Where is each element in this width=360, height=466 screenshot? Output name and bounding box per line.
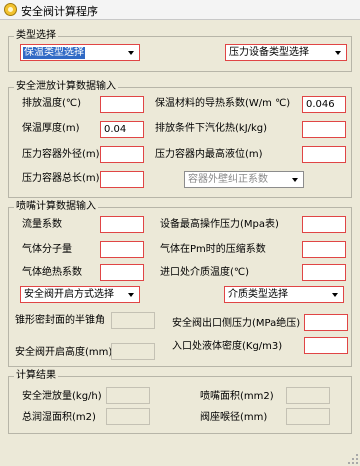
vessel-type-value: 压力设备类型选择 [229,47,309,58]
type-select-legend: 类型选择 [14,30,58,42]
inlet-temp-label: 进口处介质温度(℃) [160,267,250,278]
medium-type-value: 介质类型选择 [228,289,288,300]
medium-type-combo[interactable]: 介质类型选择 [224,286,344,303]
gas-adiabatic-index-label: 气体绝热系数 [22,267,82,278]
external-correction-combo[interactable]: 容器外壁纠正系数 [184,171,304,188]
max-liquid-level-label: 压力容器内最高液位(m) [155,149,263,160]
wetted-area-output [106,408,150,425]
seat-diameter-output [286,408,330,425]
resize-grip-icon[interactable] [348,454,358,464]
insulation-thickness-label: 保温厚度(m) [22,123,80,134]
inlet-density-input[interactable] [304,337,348,354]
gas-molecular-weight-input[interactable] [100,241,144,258]
valve-open-type-combo[interactable]: 安全阀开启方式选择 [20,286,140,303]
relief-flow-label: 安全泄放量(kg/h) [22,391,102,402]
valve-lift-input[interactable] [111,343,155,360]
outlet-back-pressure-input[interactable] [304,314,348,331]
nozzle-legend: 喷嘴计算数据输入 [14,201,98,213]
discharge-temp-input[interactable] [100,96,144,113]
chevron-down-icon[interactable] [290,174,301,185]
flow-coefficient-label: 流量系数 [22,219,62,230]
relief-flow-output [106,387,150,404]
gas-adiabatic-index-input[interactable] [100,264,144,281]
vessel-length-label: 压力容器总长(m) [22,173,100,184]
inlet-density-label: 入口处液体密度(Kg/m3) [172,341,283,352]
vessel-type-combo[interactable]: 压力设备类型选择 [225,44,347,61]
results-group [8,376,352,434]
discharge-legend: 安全泄放计算数据输入 [14,81,118,93]
chevron-down-icon[interactable] [330,289,341,300]
insulation-type-value: 保温类型选择 [23,47,85,59]
design-max-pressure-input[interactable] [302,216,346,233]
insulation-type-combo[interactable]: 保温类型选择 [20,44,140,61]
vessel-length-input[interactable] [100,171,144,188]
nozzle-area-label: 喷嘴面积(mm2) [200,391,274,402]
valve-open-type-value: 安全阀开启方式选择 [24,289,114,300]
external-correction-value: 容器外壁纠正系数 [188,174,268,185]
discharge-temp-label: 排放温度(℃) [22,98,82,109]
chevron-down-icon[interactable] [126,289,137,300]
design-max-pressure-label: 设备最高操作压力(Mpa表) [160,219,279,230]
vessel-od-input[interactable] [100,146,144,163]
latent-heat-input[interactable] [302,121,346,138]
thermal-conductivity-label: 保温材料的导热系数(W/m ℃) [155,98,291,109]
chevron-down-icon[interactable] [333,47,344,58]
seat-diameter-label: 阀座喉径(mm) [200,412,268,423]
cone-half-angle-label: 锥形密封面的半锥角 [15,315,105,326]
latent-heat-label: 排放条件下汽化热(kJ/kg) [155,123,268,134]
app-icon [4,3,17,16]
results-legend: 计算结果 [14,370,58,382]
outlet-back-pressure-label: 安全阀出口侧压力(MPa绝压) [172,318,301,329]
insulation-thickness-input[interactable]: 0.04 [100,121,144,138]
gas-molecular-weight-label: 气体分子量 [22,244,72,255]
chevron-down-icon[interactable] [126,47,137,58]
window-title: 安全阀计算程序 [21,5,98,18]
flow-coefficient-input[interactable] [100,216,144,233]
max-liquid-level-input[interactable] [302,146,346,163]
wetted-area-label: 总润湿面积(m2) [22,412,96,423]
cone-half-angle-input[interactable] [111,312,155,329]
compressibility-input[interactable] [302,241,346,258]
thermal-conductivity-input[interactable]: 0.046 [302,96,346,113]
valve-lift-label: 安全阀开启高度(mm) [15,347,113,358]
vessel-od-label: 压力容器外径(m) [22,149,100,160]
nozzle-area-output [286,387,330,404]
compressibility-label: 气体在Pm时的压缩系数 [160,244,266,255]
inlet-temp-input[interactable] [302,264,346,281]
